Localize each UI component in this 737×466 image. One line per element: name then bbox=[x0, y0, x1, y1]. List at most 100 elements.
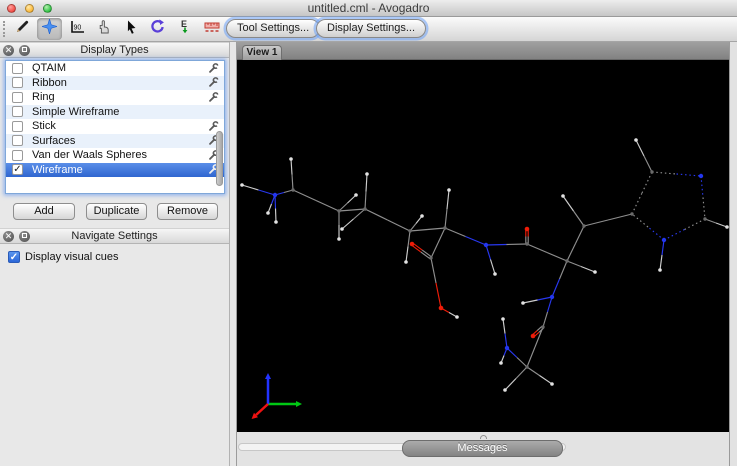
h-atom[interactable] bbox=[658, 268, 662, 272]
h-atom[interactable] bbox=[404, 260, 408, 264]
h-atom[interactable] bbox=[337, 237, 341, 241]
n-atom[interactable] bbox=[484, 243, 488, 247]
h-atom[interactable] bbox=[354, 193, 358, 197]
h-atom[interactable] bbox=[503, 388, 507, 392]
minimize-window-button[interactable] bbox=[25, 4, 34, 13]
measure-tool-button[interactable] bbox=[199, 18, 224, 40]
h-atom[interactable] bbox=[266, 211, 270, 215]
messages-resize-grip[interactable] bbox=[480, 435, 487, 439]
display-type-row[interactable]: Stick bbox=[6, 119, 224, 134]
display-type-checkbox[interactable] bbox=[12, 77, 23, 88]
h-atom[interactable] bbox=[493, 272, 497, 276]
tab-view-1[interactable]: View 1 bbox=[242, 45, 282, 60]
h-atom[interactable] bbox=[499, 361, 503, 365]
c-atom[interactable] bbox=[443, 226, 446, 229]
draw-tool-button[interactable] bbox=[10, 18, 35, 40]
molecule-viewport[interactable] bbox=[237, 60, 729, 432]
o-atom[interactable] bbox=[410, 242, 415, 247]
c-atom[interactable] bbox=[630, 212, 633, 215]
c-atom[interactable] bbox=[541, 325, 544, 328]
display-type-row[interactable]: Simple Wireframe bbox=[6, 105, 224, 120]
h-atom[interactable] bbox=[365, 172, 369, 176]
h-atom[interactable] bbox=[240, 183, 244, 187]
float-panel-icon[interactable] bbox=[19, 231, 30, 242]
n-atom[interactable] bbox=[699, 174, 703, 178]
wrench-settings-icon[interactable] bbox=[208, 77, 219, 91]
molecule-atoms[interactable] bbox=[240, 138, 729, 392]
display-type-checkbox[interactable] bbox=[12, 135, 23, 146]
wrench-settings-icon[interactable] bbox=[208, 63, 219, 77]
n-atom[interactable] bbox=[505, 346, 509, 350]
h-atom[interactable] bbox=[521, 301, 525, 305]
display-type-row[interactable]: ✓Wireframe bbox=[6, 163, 224, 178]
display-type-checkbox[interactable] bbox=[12, 150, 23, 161]
h-atom[interactable] bbox=[447, 188, 451, 192]
bond bbox=[445, 228, 466, 237]
c-atom[interactable] bbox=[291, 188, 294, 191]
display-type-checkbox[interactable]: ✓ bbox=[12, 164, 23, 175]
select-tool-button[interactable] bbox=[118, 18, 143, 40]
duplicate-button[interactable]: Duplicate bbox=[86, 203, 147, 220]
h-atom[interactable] bbox=[455, 315, 459, 319]
c-atom[interactable] bbox=[408, 229, 411, 232]
c-atom[interactable] bbox=[363, 207, 366, 210]
c-atom[interactable] bbox=[650, 170, 653, 173]
h-atom[interactable] bbox=[634, 138, 638, 142]
display-visual-cues-checkbox[interactable]: ✓ bbox=[8, 251, 20, 263]
o-atom[interactable] bbox=[525, 227, 530, 232]
c-atom[interactable] bbox=[565, 259, 568, 262]
c-atom[interactable] bbox=[703, 217, 706, 220]
display-type-row[interactable]: Ribbon bbox=[6, 76, 224, 91]
navigate-tool-button[interactable] bbox=[37, 18, 62, 40]
navigate-settings-header[interactable]: ✕ Navigate Settings bbox=[0, 228, 229, 244]
close-window-button[interactable] bbox=[7, 4, 16, 13]
c-atom[interactable] bbox=[582, 224, 585, 227]
add-button[interactable]: Add bbox=[13, 203, 75, 220]
auto-rotate-tool-button[interactable] bbox=[145, 18, 170, 40]
tool-settings-button[interactable]: Tool Settings... bbox=[226, 19, 320, 38]
messages-button[interactable]: Messages bbox=[402, 440, 563, 457]
close-panel-icon[interactable]: ✕ bbox=[3, 45, 14, 56]
n-atom[interactable] bbox=[550, 295, 554, 299]
close-panel-icon[interactable]: ✕ bbox=[3, 231, 14, 242]
h-atom[interactable] bbox=[561, 194, 565, 198]
h-atom[interactable] bbox=[420, 214, 424, 218]
dock-splitter[interactable] bbox=[230, 42, 237, 466]
molecule-bonds[interactable] bbox=[242, 140, 727, 390]
display-type-checkbox[interactable] bbox=[12, 63, 23, 74]
o-atom[interactable] bbox=[439, 306, 444, 311]
h-atom[interactable] bbox=[593, 270, 597, 274]
display-settings-button[interactable]: Display Settings... bbox=[316, 19, 426, 38]
auto-optimize-tool-button[interactable]: E bbox=[172, 18, 197, 40]
c-atom[interactable] bbox=[429, 256, 432, 259]
h-atom[interactable] bbox=[340, 227, 344, 231]
h-atom[interactable] bbox=[550, 382, 554, 386]
c-atom[interactable] bbox=[525, 365, 528, 368]
display-type-checkbox[interactable] bbox=[12, 92, 23, 103]
c-atom[interactable] bbox=[525, 242, 528, 245]
manipulate-tool-button[interactable] bbox=[91, 18, 116, 40]
h-atom[interactable] bbox=[274, 220, 278, 224]
display-types-scrollbar-thumb[interactable] bbox=[216, 131, 223, 186]
h-atom[interactable] bbox=[289, 157, 293, 161]
wrench-settings-icon[interactable] bbox=[208, 92, 219, 106]
n-atom[interactable] bbox=[662, 238, 666, 242]
display-type-row[interactable]: Van der Waals Spheres bbox=[6, 148, 224, 163]
display-type-checkbox[interactable] bbox=[12, 121, 23, 132]
toolbar-drag-handle[interactable] bbox=[3, 21, 6, 37]
display-type-row[interactable]: Surfaces bbox=[6, 134, 224, 149]
display-type-row[interactable]: Ring bbox=[6, 90, 224, 105]
display-types-header[interactable]: ✕ Display Types bbox=[0, 42, 229, 58]
bond-centric-tool-button[interactable]: 90 bbox=[64, 18, 89, 40]
float-panel-icon[interactable] bbox=[19, 45, 30, 56]
o-atom[interactable] bbox=[531, 334, 536, 339]
remove-button[interactable]: Remove bbox=[157, 203, 218, 220]
display-type-row[interactable]: QTAIM bbox=[6, 61, 224, 76]
title-bar[interactable]: untitled.cml - Avogadro bbox=[0, 0, 737, 17]
display-type-checkbox[interactable] bbox=[12, 106, 23, 117]
zoom-window-button[interactable] bbox=[43, 4, 52, 13]
molecule-wireframe[interactable] bbox=[237, 60, 729, 432]
h-atom[interactable] bbox=[501, 317, 505, 321]
c-atom[interactable] bbox=[337, 209, 340, 212]
n-atom[interactable] bbox=[273, 193, 277, 197]
